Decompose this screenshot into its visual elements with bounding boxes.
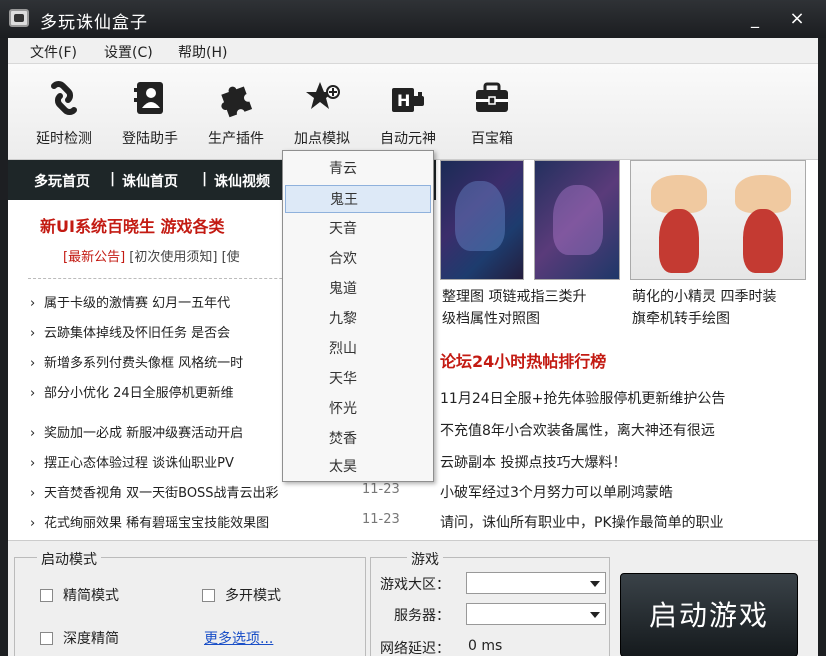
tool-label: 生产插件	[208, 131, 264, 147]
menu-bar: 文件(F) 设置(C) 帮助(H)	[8, 38, 818, 64]
news-item[interactable]: › 花式绚丽效果 稀有碧瑶宝宝技能效果图 11-23	[30, 512, 430, 531]
hot-post-item[interactable]: 小破军经过3个月努力可以单刷鸿蒙皓	[440, 482, 673, 502]
star-plus-icon	[306, 82, 340, 109]
menu-settings[interactable]: 设置(C)	[104, 42, 153, 62]
minimize-button[interactable]: _	[742, 6, 768, 32]
nav-zhuxian-home[interactable]: 诛仙首页	[122, 171, 178, 191]
class-option-tianhua[interactable]: 天华	[285, 365, 431, 393]
launch-game-button[interactable]: 启动游戏	[620, 573, 798, 656]
tool-label: 延时检测	[36, 131, 92, 147]
class-option-qingyun[interactable]: 青云	[285, 155, 431, 183]
nav-separator: |	[110, 171, 116, 187]
title-bar: 多玩诛仙盒子 _ ×	[0, 0, 826, 38]
app-logo-icon	[9, 9, 29, 27]
nav-zhuxian-video[interactable]: 诛仙视频	[214, 171, 270, 191]
window-title: 多玩诛仙盒子	[40, 13, 148, 33]
latency-check-button[interactable]: 延时检测	[26, 78, 102, 154]
tool-label: 登陆助手	[122, 131, 178, 147]
class-option-guidao[interactable]: 鬼道	[285, 275, 431, 303]
thumbnail-caption[interactable]: 萌化的小精灵 四季时装 旗牵机转手绘图	[632, 286, 776, 330]
notice-subnav: [最新公告] [初次使用须知] [使	[63, 246, 240, 265]
treasure-box-button[interactable]: 百宝箱	[454, 78, 530, 154]
equipment-screenshot-thumbnail[interactable]	[534, 160, 620, 280]
class-option-tianyin[interactable]: 天音	[285, 215, 431, 243]
server-label: 服务器：	[394, 608, 450, 624]
toolbar: 延时检测 登陆助手 生产插件 加点模拟 H 自动元神 百宝箱	[8, 64, 818, 160]
notice-links[interactable]: [初次使用须知] [使	[129, 250, 239, 265]
sprite-costume-thumbnail[interactable]	[630, 160, 806, 280]
class-dropdown-menu: 青云 鬼王 天音 合欢 鬼道 九黎 烈山 天华 怀光 焚香 太昊	[282, 150, 434, 482]
tool-label: 加点模拟	[294, 131, 350, 147]
chevron-down-icon	[590, 581, 600, 587]
latency-value: 0 ms	[468, 638, 503, 654]
thumbnail-caption[interactable]: 整理图 项链戒指三类升 级档属性对照图	[442, 286, 586, 330]
class-option-guiwang[interactable]: 鬼王	[285, 185, 431, 213]
h-chip-icon: H	[392, 88, 424, 112]
class-option-taihao[interactable]: 太昊	[285, 453, 431, 481]
equipment-screenshot-thumbnail[interactable]	[440, 160, 524, 280]
hot-posts-title: 论坛24小时热帖排行榜	[440, 352, 607, 371]
menu-file[interactable]: 文件(F)	[30, 42, 77, 62]
headline-notice[interactable]: 新UI系统百晓生 游戏各类	[40, 213, 225, 237]
auto-spirit-button[interactable]: H 自动元神	[370, 78, 446, 154]
latency-label: 网络延迟：	[380, 641, 450, 656]
hot-post-item[interactable]: 不充值8年小合欢装备属性，离大神还有很远	[440, 420, 715, 440]
toolbox-icon	[476, 82, 508, 112]
news-item[interactable]: › 天音焚香视角 双一天街BOSS战青云出彩 11-23	[30, 482, 430, 501]
latest-announcement-link[interactable]: [最新公告]	[63, 250, 125, 265]
chain-link-icon	[51, 81, 77, 115]
svg-text:H: H	[397, 91, 410, 110]
hot-post-item[interactable]: 请问，诛仙所有职业中，PK操作最简单的职业	[440, 512, 724, 532]
hot-post-item[interactable]: 11月24日全服+抢先体验服停机更新维护公告	[440, 388, 725, 408]
multi-open-checkbox[interactable]: 多开模式	[202, 585, 281, 605]
chevron-down-icon	[590, 612, 600, 618]
puzzle-piece-icon	[221, 86, 253, 118]
nav-duowan-home[interactable]: 多玩首页	[34, 171, 90, 191]
class-option-huaiguang[interactable]: 怀光	[285, 395, 431, 423]
launch-panel: 启动模式 精简模式 多开模式 深度精简 更多选项... 游戏 游戏大区： 服务器…	[8, 540, 818, 656]
lite-mode-checkbox[interactable]: 精简模式	[40, 585, 119, 605]
class-option-hehuan[interactable]: 合欢	[285, 245, 431, 273]
menu-help[interactable]: 帮助(H)	[178, 42, 227, 62]
region-label: 游戏大区：	[380, 577, 450, 593]
game-group-legend: 游戏	[407, 549, 443, 569]
tool-label: 百宝箱	[471, 131, 513, 147]
region-select[interactable]	[466, 572, 606, 594]
close-button[interactable]: ×	[784, 6, 810, 32]
class-option-lieshan[interactable]: 烈山	[285, 335, 431, 363]
login-assistant-button[interactable]: 登陆助手	[112, 78, 188, 154]
launch-mode-legend: 启动模式	[37, 549, 101, 569]
contact-card-icon	[134, 82, 163, 114]
skill-simulator-button[interactable]: 加点模拟	[284, 78, 360, 154]
server-select[interactable]	[466, 603, 606, 625]
tool-label: 自动元神	[380, 131, 436, 147]
hot-post-item[interactable]: 云跡副本 投掷点技巧大爆料！	[440, 452, 626, 472]
nav-separator: |	[202, 171, 208, 187]
deep-lite-checkbox[interactable]: 深度精简	[40, 628, 119, 648]
production-plugin-button[interactable]: 生产插件	[198, 78, 274, 154]
class-option-jiuli[interactable]: 九黎	[285, 305, 431, 333]
class-option-fenxiang[interactable]: 焚香	[285, 425, 431, 453]
more-options-link[interactable]: 更多选项...	[204, 628, 273, 648]
